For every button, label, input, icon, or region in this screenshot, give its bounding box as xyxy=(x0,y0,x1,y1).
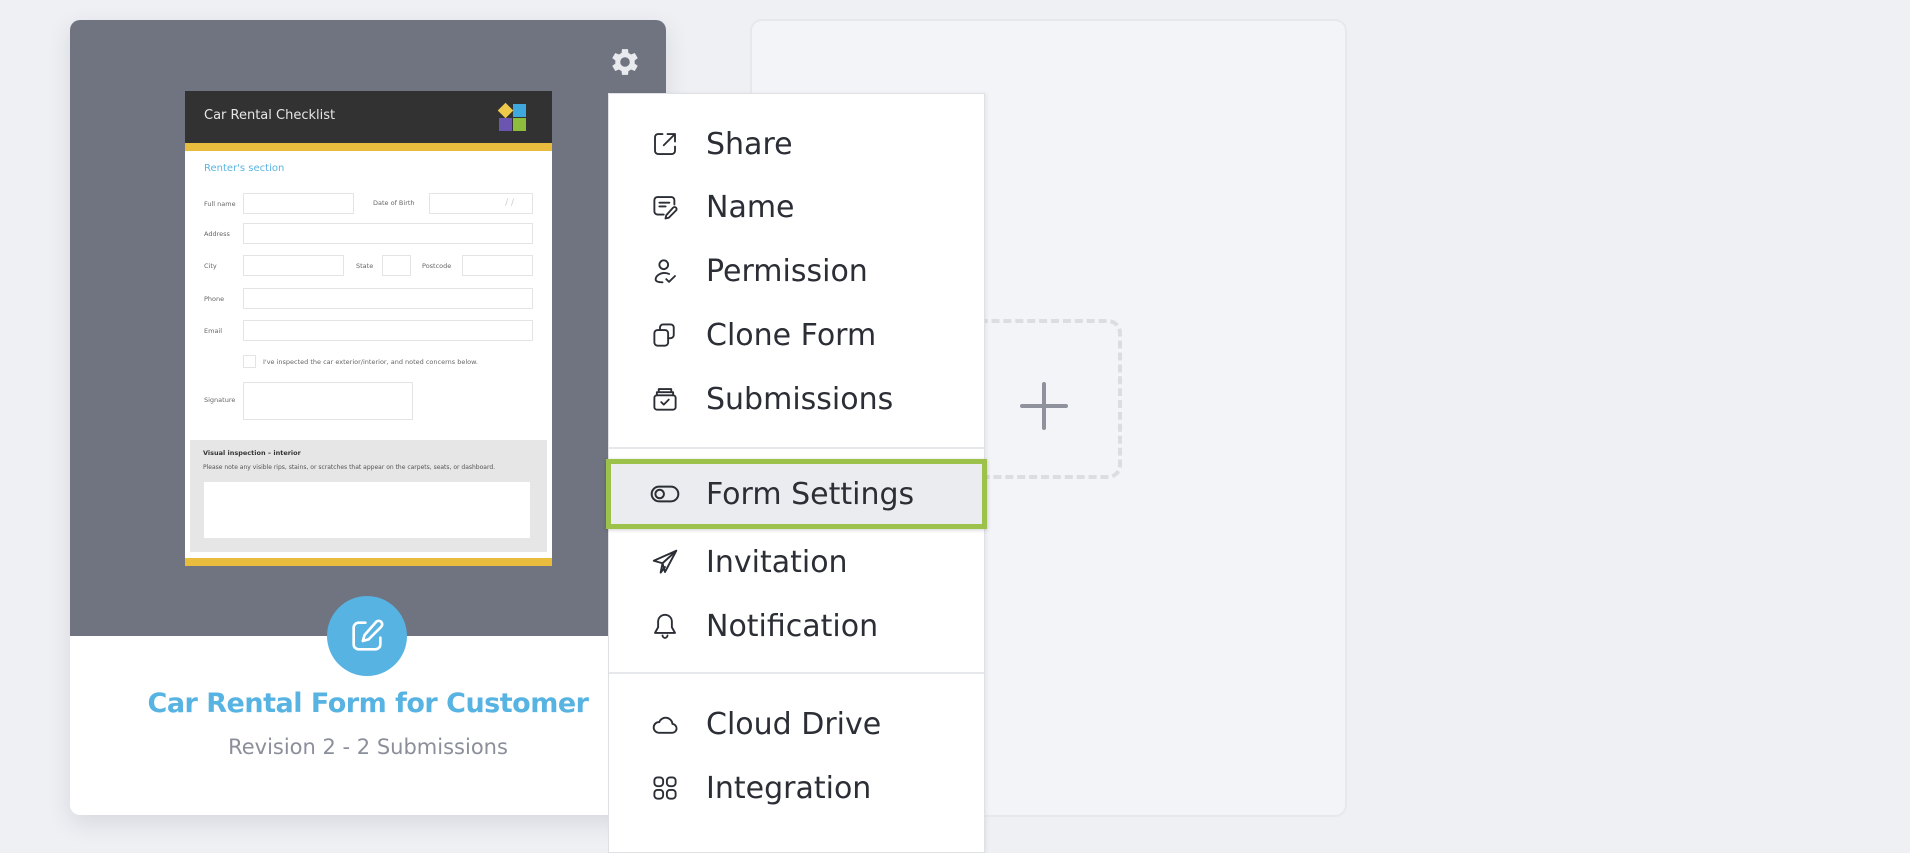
paper-plane-icon xyxy=(649,546,681,578)
menu-item-form-settings[interactable]: Form Settings xyxy=(606,459,987,529)
menu-item-integration[interactable]: Integration xyxy=(609,757,984,819)
preview-input-email xyxy=(243,320,533,341)
preview-inspection-desc: Please note any visible rips, stains, or… xyxy=(203,464,496,471)
menu-item-label: Permission xyxy=(706,253,868,289)
preview-section-title: Renter's section xyxy=(204,163,285,174)
form-title[interactable]: Car Rental Form for Customer xyxy=(70,688,666,719)
menu-item-label: Cloud Drive xyxy=(706,706,882,742)
preview-label-email: Email xyxy=(204,327,223,335)
preview-logo-icon xyxy=(497,102,526,131)
menu-item-invitation[interactable]: Invitation xyxy=(609,531,984,593)
preview-input-state xyxy=(382,255,411,276)
menu-item-label: Notification xyxy=(706,608,879,644)
preview-label-signature: Signature xyxy=(204,396,236,404)
menu-item-notification[interactable]: Notification xyxy=(609,595,984,657)
menu-item-label: Invitation xyxy=(706,544,848,580)
menu-item-label: Submissions xyxy=(706,381,894,417)
form-settings-gear-button[interactable] xyxy=(606,43,644,81)
preview-header-title: Car Rental Checklist xyxy=(204,108,336,123)
clone-icon xyxy=(649,319,681,351)
edit-form-button[interactable] xyxy=(327,596,407,676)
preview-inspection-section: Visual inspection – interior Please note… xyxy=(190,440,547,552)
user-check-icon xyxy=(649,255,681,287)
preview-header: Car Rental Checklist xyxy=(185,91,552,143)
preview-label-full-name: Full name xyxy=(204,200,236,208)
preview-top-stripe xyxy=(185,143,552,151)
menu-item-label: Clone Form xyxy=(706,317,877,353)
menu-item-name[interactable]: Name xyxy=(609,176,984,238)
edit-icon xyxy=(352,619,384,651)
preview-input-postcode xyxy=(462,255,533,276)
preview-label-state: State xyxy=(356,262,374,270)
menu-item-share[interactable]: Share xyxy=(609,113,984,175)
menu-item-submissions[interactable]: Submissions xyxy=(609,368,984,430)
plus-icon xyxy=(1020,382,1068,430)
preview-input-phone xyxy=(243,288,533,309)
menu-item-cloud-drive[interactable]: Cloud Drive xyxy=(609,693,984,755)
preview-input-city xyxy=(243,255,344,276)
cloud-icon xyxy=(649,708,681,740)
preview-bottom-stripe xyxy=(185,558,552,566)
menu-item-permission[interactable]: Permission xyxy=(609,240,984,302)
form-preview-thumbnail[interactable]: Car Rental Checklist Renter's section Fu… xyxy=(185,91,552,566)
gear-icon xyxy=(612,49,638,75)
preview-checkbox-label: I've inspected the car exterior/interior… xyxy=(263,358,478,366)
rename-icon xyxy=(649,191,681,223)
preview-label-city: City xyxy=(204,262,217,270)
preview-input-dob: / / xyxy=(429,193,533,214)
preview-signature-box xyxy=(243,382,413,420)
menu-item-label: Integration xyxy=(706,770,872,806)
form-revision-info: Revision 2 - 2 Submissions xyxy=(228,735,508,759)
bell-icon xyxy=(649,610,681,642)
preview-checkbox xyxy=(243,355,256,368)
preview-input-address xyxy=(243,223,533,244)
form-card[interactable]: Car Rental Checklist Renter's section Fu… xyxy=(70,20,666,815)
menu-item-label: Form Settings xyxy=(706,476,915,512)
preview-inspection-title: Visual inspection – interior xyxy=(203,449,301,457)
menu-item-label: Share xyxy=(706,126,793,162)
form-context-menu: Share Name Permission Clone Form Submiss… xyxy=(606,93,987,853)
preview-label-postcode: Postcode xyxy=(422,262,452,270)
menu-item-label: Name xyxy=(706,189,795,225)
grid-icon xyxy=(649,772,681,804)
menu-divider xyxy=(609,672,984,674)
preview-inspection-textarea xyxy=(204,482,530,538)
menu-item-clone-form[interactable]: Clone Form xyxy=(609,304,984,366)
share-icon xyxy=(649,128,681,160)
preview-label-phone: Phone xyxy=(204,295,225,303)
inbox-check-icon xyxy=(649,383,681,415)
menu-divider xyxy=(609,447,984,449)
preview-input-full-name xyxy=(243,193,354,214)
preview-label-address: Address xyxy=(204,230,230,238)
toggle-icon xyxy=(649,478,681,510)
preview-label-dob: Date of Birth xyxy=(373,199,415,207)
